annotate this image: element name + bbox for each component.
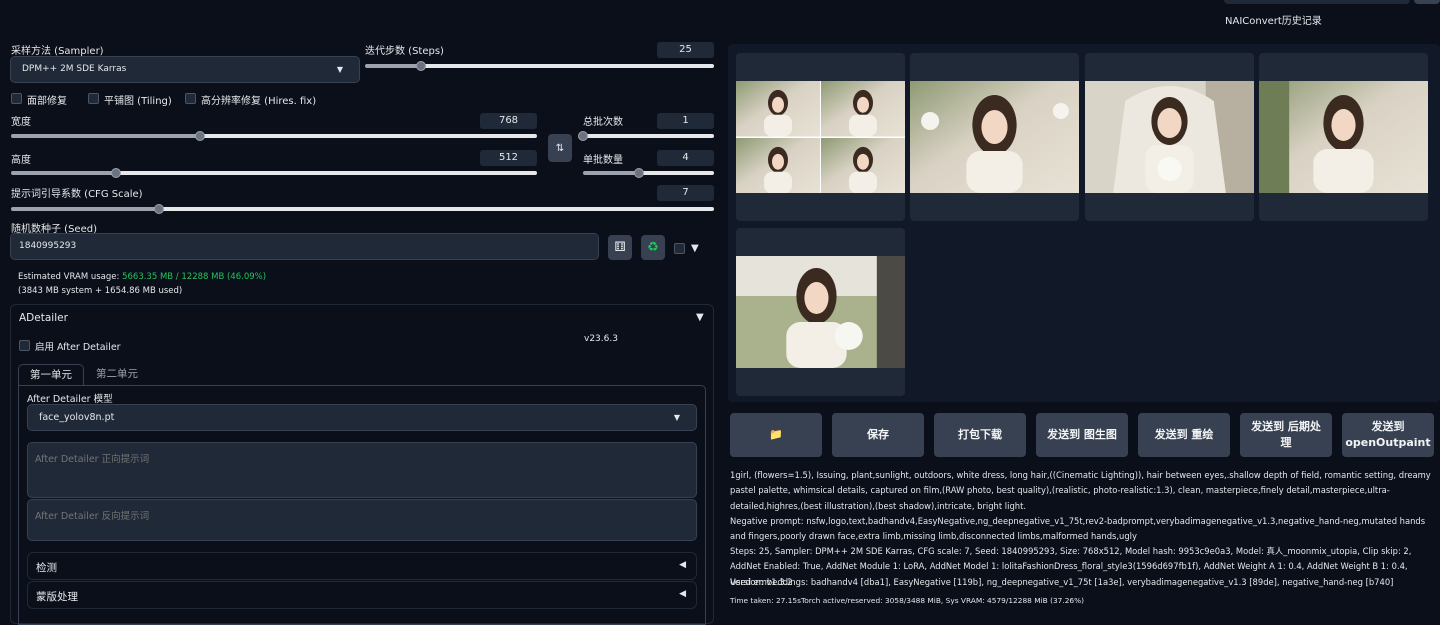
gallery-item-3[interactable] [1259, 53, 1428, 221]
header-input[interactable] [1224, 0, 1410, 4]
hires-fix-checkbox[interactable] [185, 93, 196, 104]
sampler-label: 采样方法 (Sampler) [11, 46, 104, 57]
steps-label: 迭代步数 (Steps) [365, 46, 444, 57]
generation-negative-prompt: Negative prompt: nsfw,logo,text,badhandv… [730, 516, 1426, 542]
save-button[interactable]: 保存 [832, 413, 924, 457]
portrait-image [821, 81, 905, 137]
cfg-slider-thumb[interactable] [153, 204, 164, 214]
face-restore-checkbox[interactable] [11, 93, 22, 104]
chevron-down-icon: ▼ [336, 65, 343, 74]
portrait-image [736, 81, 820, 137]
random-seed-button[interactable]: ⚅ [608, 235, 632, 260]
model-value: face_yolov8n.pt [39, 412, 115, 423]
portrait-image [736, 137, 820, 193]
portrait-image [821, 137, 905, 193]
batch-size-label: 单批数量 [583, 155, 623, 166]
generation-time: Time taken: 27.15sTorch active/reserved:… [730, 596, 1085, 605]
adetailer-title[interactable]: ADetailer [19, 312, 68, 324]
vram-usage: Estimated VRAM usage: 5663.35 MB / 12288… [18, 272, 266, 282]
sampler-value: DPM++ 2M SDE Karras [22, 64, 127, 74]
height-slider[interactable] [11, 168, 537, 178]
width-slider-thumb[interactable] [195, 131, 206, 141]
swap-dimensions-button[interactable]: ⇅ [548, 134, 572, 162]
steps-slider[interactable] [365, 61, 714, 71]
swap-icon: ⇅ [555, 142, 565, 154]
face-restore-label: 面部修复 [27, 96, 67, 107]
height-slider-thumb[interactable] [111, 168, 122, 178]
batch-count-slider[interactable] [578, 131, 714, 141]
detection-section-label: 检测 [36, 562, 57, 574]
tiling-label: 平铺图 (Tiling) [104, 96, 172, 107]
send-to-extras-button[interactable]: 发送到 后期处 理 [1240, 413, 1332, 457]
nai-history-link[interactable]: NAIConvert历史记录 [1225, 12, 1322, 27]
batch-size-slider[interactable] [583, 168, 714, 178]
seed-input[interactable]: 1840995293 [10, 233, 599, 260]
reuse-seed-button[interactable]: ♻ [641, 235, 665, 260]
cfg-number[interactable]: 7 [657, 185, 714, 201]
height-number[interactable]: 512 [480, 150, 537, 166]
tab-unit-1[interactable]: 第一单元 [18, 364, 84, 386]
tiling-checkbox[interactable] [88, 93, 99, 104]
mask-section[interactable]: 蒙版处理 ◀ [27, 581, 697, 609]
batch-size-number[interactable]: 4 [657, 150, 714, 166]
width-number[interactable]: 768 [480, 113, 537, 129]
mask-section-label: 蒙版处理 [36, 591, 78, 603]
header-button[interactable] [1414, 0, 1440, 4]
chevron-down-icon: ▼ [673, 413, 680, 422]
portrait-image [1259, 81, 1428, 193]
positive-prompt-textarea[interactable] [27, 442, 697, 498]
adetailer-version: v23.6.3 [584, 334, 618, 344]
tab-unit-2[interactable]: 第二单元 [88, 364, 146, 386]
generation-embeddings: Used embeddings: badhandv4 [dba1], EasyN… [730, 577, 1394, 587]
gallery-item-2[interactable] [1085, 53, 1254, 221]
tab-unit-1-label: 第一单元 [30, 369, 72, 381]
send-to-inpaint-button[interactable]: 发送到 重绘 [1138, 413, 1230, 457]
negative-prompt-textarea[interactable] [27, 499, 697, 541]
generation-prompt: 1girl, (flowers=1.5), Issuing, plant,sun… [730, 470, 1431, 511]
width-label: 宽度 [11, 117, 31, 128]
batch-count-label: 总批次数 [583, 117, 623, 128]
steps-slider-thumb[interactable] [415, 61, 426, 71]
gallery-item-1[interactable] [910, 53, 1079, 221]
send-to-openoutpaint-button[interactable]: 发送到 openOutpaint [1342, 413, 1434, 457]
gallery-item-grid[interactable] [736, 53, 905, 221]
gallery-item-4[interactable] [736, 228, 905, 396]
expand-left-icon: ◀ [679, 589, 686, 599]
vram-detail: (3843 MB system + 1654.86 MB used) [18, 286, 183, 296]
batch-count-slider-thumb[interactable] [578, 131, 588, 141]
detection-section[interactable]: 检测 ◀ [27, 552, 697, 580]
recycle-icon: ♻ [647, 240, 659, 255]
cfg-label: 提示词引导系数 (CFG Scale) [11, 189, 143, 200]
cfg-slider[interactable] [11, 204, 714, 214]
height-label: 高度 [11, 155, 31, 166]
folder-icon: 📁 [769, 428, 783, 441]
batch-count-number[interactable]: 1 [657, 113, 714, 129]
extra-seed-toggle-icon[interactable]: ▼ [691, 243, 699, 254]
open-folder-button[interactable]: 📁 [730, 413, 822, 457]
steps-number[interactable]: 25 [657, 42, 714, 58]
grid-preview-image [736, 81, 905, 193]
expand-left-icon: ◀ [679, 560, 686, 570]
model-select[interactable]: face_yolov8n.pt ▼ [27, 404, 697, 431]
dice-icon: ⚅ [614, 240, 626, 255]
portrait-image [736, 256, 905, 368]
zip-download-button[interactable]: 打包下载 [934, 413, 1026, 457]
vram-highlight: 5663.35 MB / 12288 MB (46.09%) [122, 272, 267, 282]
tab-unit-2-label: 第二单元 [96, 368, 138, 380]
extra-seed-checkbox[interactable] [674, 243, 685, 254]
portrait-image [1085, 81, 1254, 193]
vram-prefix: Estimated VRAM usage: [18, 272, 123, 282]
hires-fix-label: 高分辨率修复 (Hires. fix) [201, 96, 317, 107]
model-label: After Detailer 模型 [27, 394, 113, 405]
portrait-image [910, 81, 1079, 193]
collapse-icon[interactable]: ▼ [696, 312, 704, 323]
sampler-select[interactable]: DPM++ 2M SDE Karras ▼ [10, 56, 360, 83]
enable-adetailer-label: 启用 After Detailer [35, 342, 121, 353]
seed-value: 1840995293 [19, 241, 77, 251]
batch-size-slider-thumb[interactable] [634, 168, 645, 178]
enable-adetailer-checkbox[interactable] [19, 340, 30, 351]
send-to-img2img-button[interactable]: 发送到 图生图 [1036, 413, 1128, 457]
width-slider[interactable] [11, 131, 537, 141]
